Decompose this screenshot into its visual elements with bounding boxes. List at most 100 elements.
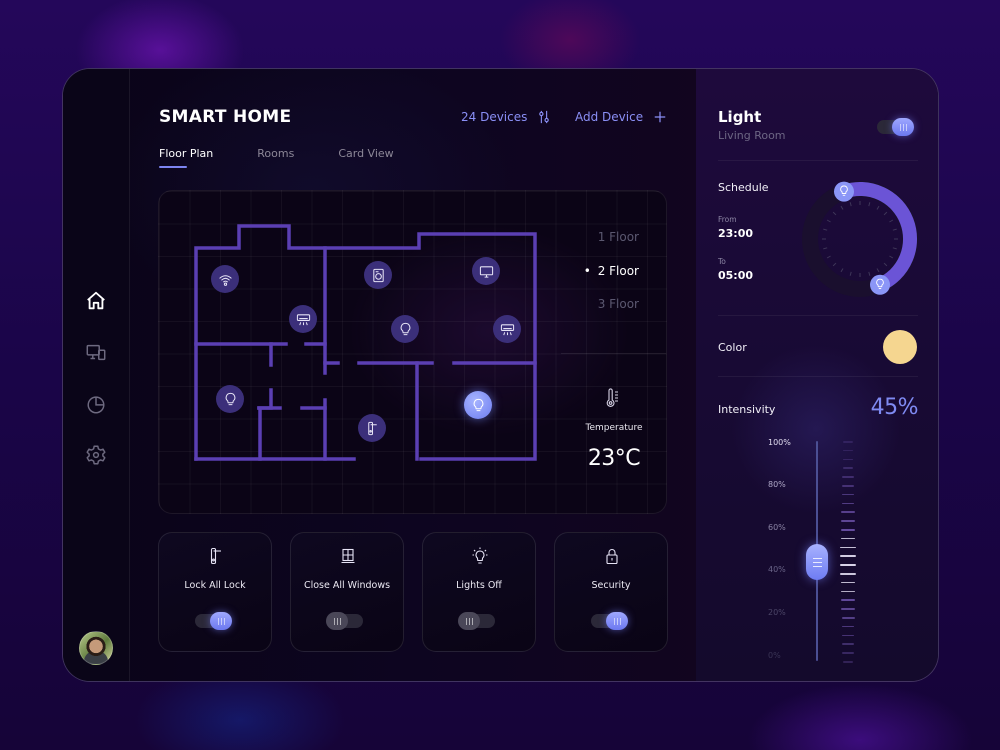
light-detail-panel: Light Living Room Schedule From 23:00 To… xyxy=(696,69,938,681)
quick-action-label: Security xyxy=(591,580,631,591)
air-conditioner-icon xyxy=(500,323,514,335)
intensity-slider-handle[interactable] xyxy=(806,544,828,580)
quick-action-label: Close All Windows xyxy=(303,580,391,591)
gear-icon xyxy=(86,445,106,465)
to-time[interactable]: 05:00 xyxy=(718,269,753,282)
dial-tick xyxy=(892,228,897,231)
to-label: To xyxy=(718,257,726,266)
dial-tick xyxy=(883,262,888,267)
dial-tick xyxy=(892,247,897,250)
ruler-tick xyxy=(841,625,855,628)
lights-off-toggle[interactable] xyxy=(458,612,495,630)
ruler-tick xyxy=(840,581,856,584)
tab-rooms[interactable]: Rooms xyxy=(257,147,294,168)
dial-tick xyxy=(823,228,828,231)
air-conditioner-icon xyxy=(296,313,310,325)
schedule-dial[interactable] xyxy=(800,179,920,299)
intensity-label: Intensivity xyxy=(718,403,776,416)
quick-action-lock-all[interactable]: Lock All Lock xyxy=(158,532,272,652)
ruler-tick xyxy=(842,661,854,663)
lightbulb-icon xyxy=(473,398,483,411)
scale-label-60: 60% xyxy=(768,523,786,532)
scale-label-80: 80% xyxy=(768,480,786,489)
user-avatar[interactable] xyxy=(79,631,113,665)
schedule-label: Schedule xyxy=(718,181,769,194)
floor-option-3[interactable]: 3 Floor xyxy=(598,297,639,311)
ruler-tick xyxy=(842,458,854,461)
device-title: Light xyxy=(718,108,762,126)
dial-tick xyxy=(826,255,831,259)
padlock-icon xyxy=(606,549,618,565)
add-device-button[interactable]: Add Device xyxy=(575,110,667,124)
ruler-tick xyxy=(840,564,856,566)
ruler-tick xyxy=(843,441,853,443)
window-icon xyxy=(341,548,355,564)
device-light[interactable] xyxy=(216,385,244,413)
lightbulb-icon xyxy=(225,392,235,405)
from-time[interactable]: 23:00 xyxy=(718,227,753,240)
ruler-tick xyxy=(840,537,856,540)
ruler-tick xyxy=(840,590,856,593)
ruler-tick xyxy=(840,546,856,549)
ruler-tick xyxy=(841,493,855,496)
sidebar-item-devices[interactable] xyxy=(82,339,110,367)
device-light[interactable] xyxy=(391,315,419,343)
floor-option-1[interactable]: 1 Floor xyxy=(598,230,639,244)
device-light-active[interactable] xyxy=(464,391,492,419)
add-device-label: Add Device xyxy=(575,110,644,124)
app-window: SMART HOME 24 Devices Add Device Floor P… xyxy=(62,68,939,682)
dial-tick xyxy=(840,205,844,210)
divider xyxy=(718,315,918,316)
security-toggle[interactable] xyxy=(591,612,628,630)
temperature-value: 23°C xyxy=(587,446,641,471)
device-air-conditioner[interactable] xyxy=(289,305,317,333)
device-door-lock[interactable] xyxy=(358,414,386,442)
sidebar-item-settings[interactable] xyxy=(82,441,110,469)
tab-floor-plan[interactable]: Floor Plan xyxy=(159,147,213,168)
ruler-tick xyxy=(841,599,855,601)
dial-tick xyxy=(889,255,894,259)
ruler-tick xyxy=(842,467,854,469)
dial-tick xyxy=(832,262,837,267)
color-swatch[interactable] xyxy=(883,330,917,364)
dial-tick xyxy=(832,211,837,216)
lock-all-toggle[interactable] xyxy=(195,612,232,630)
dial-tick xyxy=(826,219,831,223)
device-air-conditioner[interactable] xyxy=(493,315,521,343)
toggle-knob xyxy=(458,612,480,630)
close-windows-toggle[interactable] xyxy=(326,612,363,630)
device-washing-machine[interactable] xyxy=(364,261,392,289)
scale-label-40: 40% xyxy=(768,565,786,574)
quick-action-close-windows[interactable]: Close All Windows xyxy=(290,532,404,652)
schedule-start-handle[interactable] xyxy=(834,181,854,202)
devices-filter-button[interactable]: 24 Devices xyxy=(461,110,551,124)
tab-card-view[interactable]: Card View xyxy=(338,147,393,168)
quick-action-lights-off[interactable]: Lights Off xyxy=(422,532,536,652)
washing-machine-icon xyxy=(372,268,384,282)
device-room: Living Room xyxy=(718,129,786,142)
device-tv[interactable] xyxy=(472,257,500,285)
toggle-knob xyxy=(326,612,348,630)
schedule-arc xyxy=(837,181,918,292)
door-handle-icon xyxy=(210,547,221,565)
ruler-tick xyxy=(842,643,854,645)
sidebar-item-home[interactable] xyxy=(82,287,110,315)
ruler-tick xyxy=(841,634,854,637)
sidebar-item-statistics[interactable] xyxy=(82,390,110,418)
quick-actions: Lock All Lock Close All Windows Lights O… xyxy=(158,532,668,652)
schedule-end-handle[interactable] xyxy=(870,274,890,295)
divider xyxy=(561,353,666,354)
dial-ticks xyxy=(822,201,898,277)
sidebar xyxy=(63,69,130,681)
lightbulb-icon xyxy=(400,322,410,335)
light-power-toggle[interactable] xyxy=(877,118,914,136)
ruler-tick xyxy=(842,476,854,478)
ruler-tick xyxy=(841,608,855,610)
toggle-knob xyxy=(210,612,232,630)
floor-option-2[interactable]: 2 Floor xyxy=(584,264,639,278)
device-wifi-router[interactable] xyxy=(211,265,239,293)
quick-action-security[interactable]: Security xyxy=(554,532,668,652)
wifi-icon xyxy=(218,274,232,286)
pie-chart-icon xyxy=(87,396,105,414)
dial-tick xyxy=(849,271,852,276)
